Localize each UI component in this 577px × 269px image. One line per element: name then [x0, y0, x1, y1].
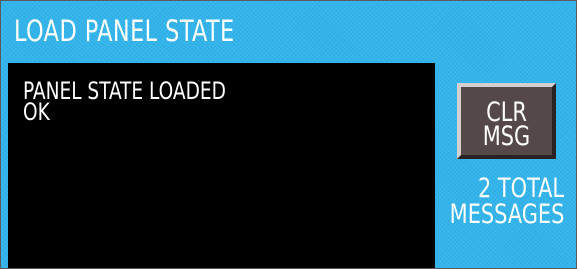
message-line: PANEL STATE LOADED [23, 77, 226, 105]
message-display: PANEL STATE LOADED OK [8, 63, 435, 268]
message-line: OK [23, 98, 50, 126]
title-bar: LOAD PANEL STATE [1, 1, 576, 63]
clear-button-label-line2: MSG [482, 121, 531, 152]
load-panel-state-window: LOAD PANEL STATE PANEL STATE LOADED OK C… [0, 0, 577, 269]
message-count-label: MESSAGES [449, 199, 564, 230]
window-title: LOAD PANEL STATE [14, 14, 235, 48]
clear-messages-button[interactable]: CLR MSG [457, 83, 556, 159]
message-count: 2 TOTAL [478, 173, 564, 204]
